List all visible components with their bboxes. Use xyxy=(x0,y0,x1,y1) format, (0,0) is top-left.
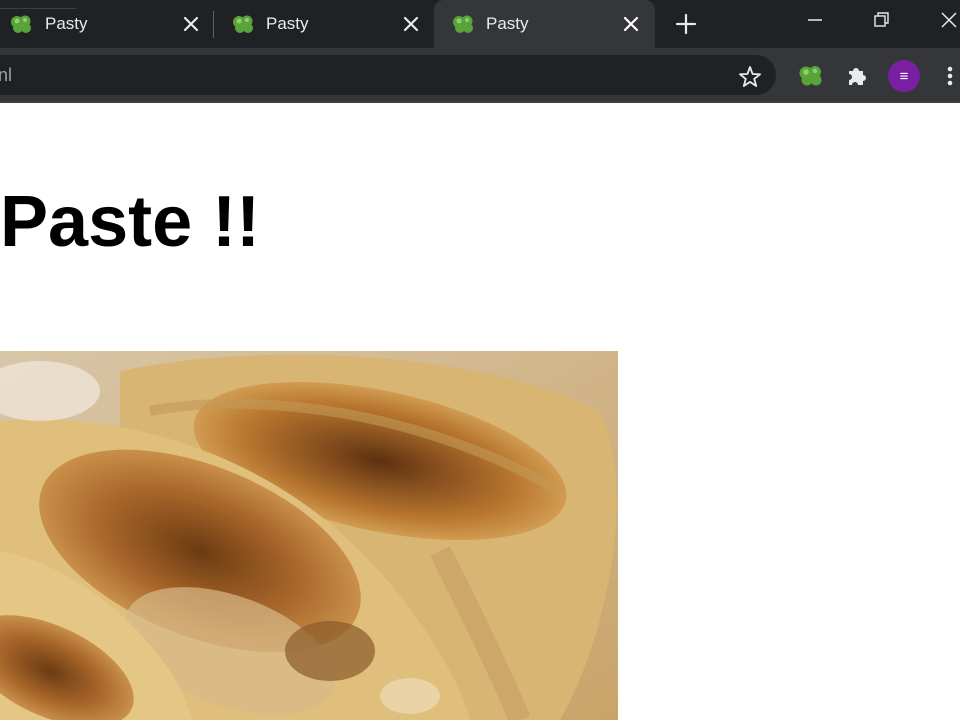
tab-2-title: Pasty xyxy=(266,14,309,33)
address-bar[interactable]: nl xyxy=(0,55,776,95)
profile-avatar[interactable]: ≡ xyxy=(888,60,920,92)
clover-favicon-icon xyxy=(233,15,253,33)
more-menu-icon[interactable] xyxy=(942,62,958,90)
tab-3-title: Pasty xyxy=(486,14,529,33)
extensions-puzzle-icon[interactable] xyxy=(843,62,871,90)
page-heading: Paste !! xyxy=(0,182,261,262)
tab-1-title: Pasty xyxy=(45,14,88,33)
toolbar-divider xyxy=(0,101,960,103)
tab-1-close-icon[interactable] xyxy=(181,14,201,34)
tab-1[interactable]: Pasty xyxy=(0,0,212,48)
restore-window-icon[interactable] xyxy=(866,8,896,32)
new-tab-plus-icon[interactable] xyxy=(674,12,698,36)
clover-favicon-icon xyxy=(11,15,31,33)
dumpling-photo xyxy=(0,351,618,720)
tab-2-close-icon[interactable] xyxy=(401,14,421,34)
bookmark-star-icon[interactable] xyxy=(737,64,763,90)
clover-favicon-icon xyxy=(453,15,473,33)
dumpling-photo-icon xyxy=(0,351,618,720)
minimize-window-icon[interactable] xyxy=(800,8,830,32)
close-window-icon[interactable] xyxy=(934,8,960,32)
tab-2[interactable]: Pasty xyxy=(214,0,432,48)
tab-3-close-icon[interactable] xyxy=(621,14,641,34)
clover-extension-icon[interactable] xyxy=(796,62,824,90)
tab-3-active[interactable]: Pasty xyxy=(434,0,655,48)
tab-strip: Pasty Pasty Pasty xyxy=(0,0,960,48)
address-bar-url[interactable]: nl xyxy=(0,65,12,86)
